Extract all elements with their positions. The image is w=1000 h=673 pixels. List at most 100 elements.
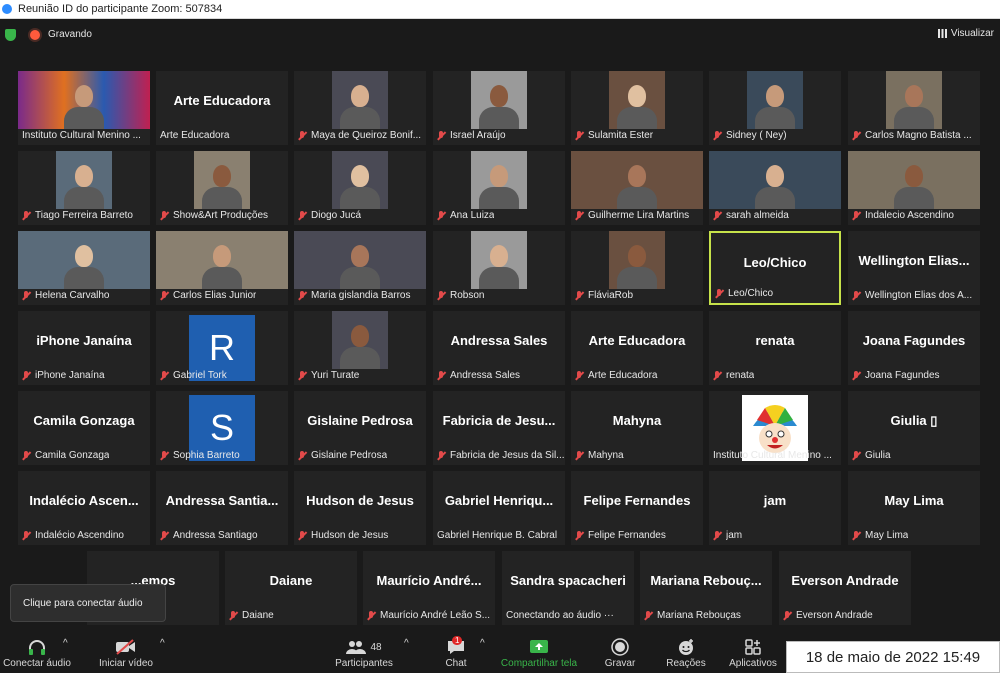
start-video-button[interactable]: Iniciar vídeo: [94, 638, 158, 669]
participant-tile[interactable]: Carlos Magno Batista ...: [848, 71, 980, 145]
participant-tile[interactable]: S Sophia Barreto: [156, 391, 288, 465]
participant-video: [709, 151, 841, 209]
participant-tile[interactable]: Gislaine Pedrosa Gislaine Pedrosa: [294, 391, 426, 465]
participant-head: [213, 245, 231, 267]
participant-name-bar: Mahyna: [571, 449, 624, 461]
participant-tile[interactable]: Guilherme Lira Martins: [571, 151, 703, 225]
participant-tile[interactable]: Andressa Sales Andressa Sales: [433, 311, 565, 385]
participant-name-bar: Indalécio Ascendino: [18, 529, 124, 541]
zoom-icon: [2, 4, 12, 14]
participant-tile[interactable]: Joana Fagundes Joana Fagundes: [848, 311, 980, 385]
participant-tile[interactable]: Sandra spacacheri Conectando ao áudio ···: [502, 551, 634, 625]
muted-mic-icon: [298, 130, 307, 140]
participant-tile[interactable]: Wellington Elias... Wellington Elias dos …: [848, 231, 980, 305]
participant-name-bar: Israel Araújo: [433, 129, 506, 141]
participant-name-bar: Conectando ao áudio ···: [502, 609, 614, 621]
participant-body: [202, 187, 242, 209]
participant-tile[interactable]: R Gabriel Tork: [156, 311, 288, 385]
participant-tile[interactable]: Maria gislandia Barros: [294, 231, 426, 305]
participant-tile[interactable]: iPhone Janaína iPhone Janaína: [18, 311, 150, 385]
participant-video: [156, 231, 288, 289]
participant-tile[interactable]: Mariana Rebouç... Mariana Rebouças: [640, 551, 772, 625]
meeting-topbar: Gravando Visualizar: [0, 20, 1000, 48]
participant-tile[interactable]: FláviaRob: [571, 231, 703, 305]
participants-options-chevron-icon[interactable]: ^: [404, 638, 409, 649]
muted-mic-icon: [852, 130, 861, 140]
participants-button[interactable]: 48 Participantes: [332, 638, 396, 669]
participant-tile[interactable]: Helena Carvalho: [18, 231, 150, 305]
participant-tile[interactable]: Instituto Cultural Menino ...: [709, 391, 841, 465]
participant-name-bar: Helena Carvalho: [18, 289, 110, 301]
participant-display-name: Joana Fagundes: [862, 333, 966, 348]
participant-tile[interactable]: Gabriel Henriqu... Gabriel Henrique B. Ca…: [433, 471, 565, 545]
share-screen-button[interactable]: Compartilhar tela: [496, 638, 582, 669]
participant-tile[interactable]: Diogo Jucá: [294, 151, 426, 225]
muted-mic-icon: [437, 370, 446, 380]
participant-tile[interactable]: Carlos Elias Junior: [156, 231, 288, 305]
participant-tile[interactable]: Maya de Queiroz Bonif...: [294, 71, 426, 145]
participant-video: [332, 311, 388, 369]
participant-name-bar: Mariana Rebouças: [640, 609, 741, 621]
participant-name: Diogo Jucá: [311, 209, 362, 221]
participant-tile[interactable]: Arte Educadora Arte Educadora: [156, 71, 288, 145]
participant-tile[interactable]: Everson Andrade Everson Andrade: [779, 551, 911, 625]
participant-tile[interactable]: Sulamita Ester: [571, 71, 703, 145]
participant-tile[interactable]: Giulia ▯ Giulia: [848, 391, 980, 465]
participant-tile[interactable]: Felipe Fernandes Felipe Fernandes: [571, 471, 703, 545]
participant-tile[interactable]: Indalecio Ascendino: [848, 151, 980, 225]
participant-tile[interactable]: Ana Luiza: [433, 151, 565, 225]
view-button[interactable]: Visualizar: [937, 28, 994, 39]
participant-name: Maurício André Leão S...: [380, 609, 491, 621]
participant-head: [75, 85, 93, 107]
participant-tile[interactable]: May Lima May Lima: [848, 471, 980, 545]
participant-tile[interactable]: Show&Art Produções: [156, 151, 288, 225]
participant-tile[interactable]: Fabricia de Jesu... Fabricia de Jesus da …: [433, 391, 565, 465]
apps-button[interactable]: Aplicativos: [726, 638, 780, 669]
shield-icon[interactable]: [5, 29, 16, 41]
muted-mic-icon: [783, 610, 792, 620]
participant-body: [64, 107, 104, 129]
participant-tile[interactable]: Tiago Ferreira Barreto: [18, 151, 150, 225]
video-options-chevron-icon[interactable]: ^: [160, 638, 165, 649]
participant-name-bar: Giulia: [848, 449, 891, 461]
connect-audio-button[interactable]: Conectar áudio: [2, 638, 72, 669]
reactions-button[interactable]: Reações: [664, 638, 708, 669]
participant-body: [340, 267, 380, 289]
muted-mic-icon: [367, 610, 376, 620]
participant-tile[interactable]: Arte Educadora Arte Educadora: [571, 311, 703, 385]
participant-display-name: Andressa Santia...: [165, 493, 279, 508]
participant-tile[interactable]: Daiane Daiane: [225, 551, 357, 625]
timestamp-overlay: 18 de maio de 2022 15:49: [786, 641, 1000, 673]
participant-tile[interactable]: Indalécio Ascen... Indalécio Ascendino: [18, 471, 150, 545]
chat-button[interactable]: 1 Chat: [438, 636, 474, 669]
participant-name-bar: Joana Fagundes: [848, 369, 940, 381]
participant-tile[interactable]: Israel Araújo: [433, 71, 565, 145]
participant-tile[interactable]: renata renata: [709, 311, 841, 385]
window-titlebar: Reunião ID do participante Zoom: 507834: [0, 0, 1000, 19]
participant-head: [351, 165, 369, 187]
participant-name: Sophia Barreto: [173, 449, 240, 461]
participant-name-bar: Camila Gonzaga: [18, 449, 109, 461]
participant-tile[interactable]: jam jam: [709, 471, 841, 545]
participant-tile[interactable]: Maurício André... Maurício André Leão S..…: [363, 551, 495, 625]
participant-video: [471, 151, 527, 209]
participant-tile[interactable]: Leo/Chico Leo/Chico: [709, 231, 841, 305]
participant-name: jam: [726, 529, 743, 541]
record-button[interactable]: Gravar: [602, 638, 638, 669]
muted-mic-icon: [298, 290, 307, 300]
participant-tile[interactable]: Yuri Turate: [294, 311, 426, 385]
participant-tile[interactable]: Hudson de Jesus Hudson de Jesus: [294, 471, 426, 545]
muted-mic-icon: [298, 210, 307, 220]
participant-tile[interactable]: Instituto Cultural Menino ...: [18, 71, 150, 145]
participant-name: Maya de Queiroz Bonif...: [311, 129, 422, 141]
chat-options-chevron-icon[interactable]: ^: [480, 638, 485, 649]
participant-tile[interactable]: Robson: [433, 231, 565, 305]
share-screen-icon: [529, 638, 549, 656]
participant-tile[interactable]: Sidney ( Ney): [709, 71, 841, 145]
participant-name: Carlos Magno Batista ...: [865, 129, 972, 141]
participant-tile[interactable]: Mahyna Mahyna: [571, 391, 703, 465]
participant-tile[interactable]: sarah almeida: [709, 151, 841, 225]
participant-tile[interactable]: Andressa Santia... Andressa Santiago: [156, 471, 288, 545]
participant-tile[interactable]: Camila Gonzaga Camila Gonzaga: [18, 391, 150, 465]
audio-options-chevron-icon[interactable]: ^: [63, 638, 68, 649]
